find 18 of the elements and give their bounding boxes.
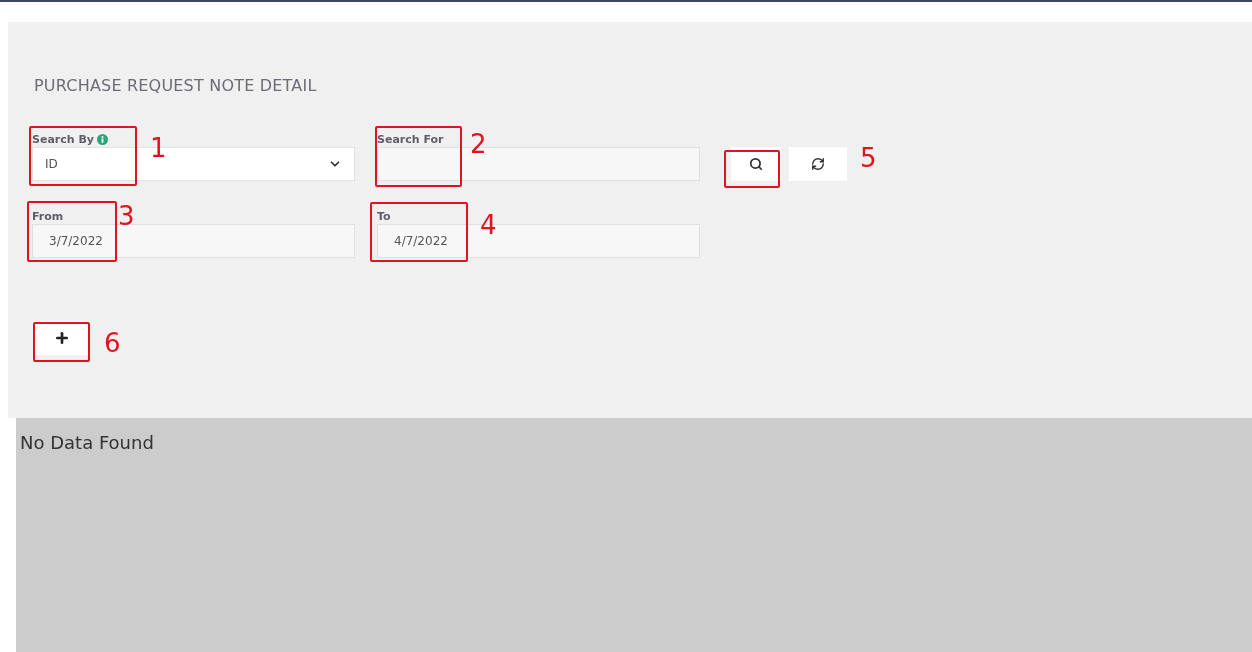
date-field[interactable]: 3/7/2022 xyxy=(32,224,355,258)
page-title: PURCHASE REQUEST NOTE DETAIL xyxy=(34,76,318,95)
annotation-box xyxy=(724,150,780,188)
annotation-number: 6 xyxy=(104,330,121,356)
search-icon xyxy=(749,157,763,171)
field-label: To xyxy=(377,209,391,223)
refresh-icon xyxy=(811,157,825,171)
field-label: From xyxy=(32,209,64,223)
info-icon xyxy=(96,133,108,145)
refresh-button[interactable] xyxy=(789,147,847,181)
search-button[interactable] xyxy=(731,147,781,181)
field-label: Search By xyxy=(32,132,94,146)
annotation-number: 5 xyxy=(860,145,877,171)
annotation-number: 2 xyxy=(470,131,487,157)
empty-message: No Data Found xyxy=(20,432,154,453)
field-label: Search For xyxy=(377,132,444,146)
plus-icon xyxy=(54,330,70,346)
annotation-box xyxy=(33,322,90,362)
